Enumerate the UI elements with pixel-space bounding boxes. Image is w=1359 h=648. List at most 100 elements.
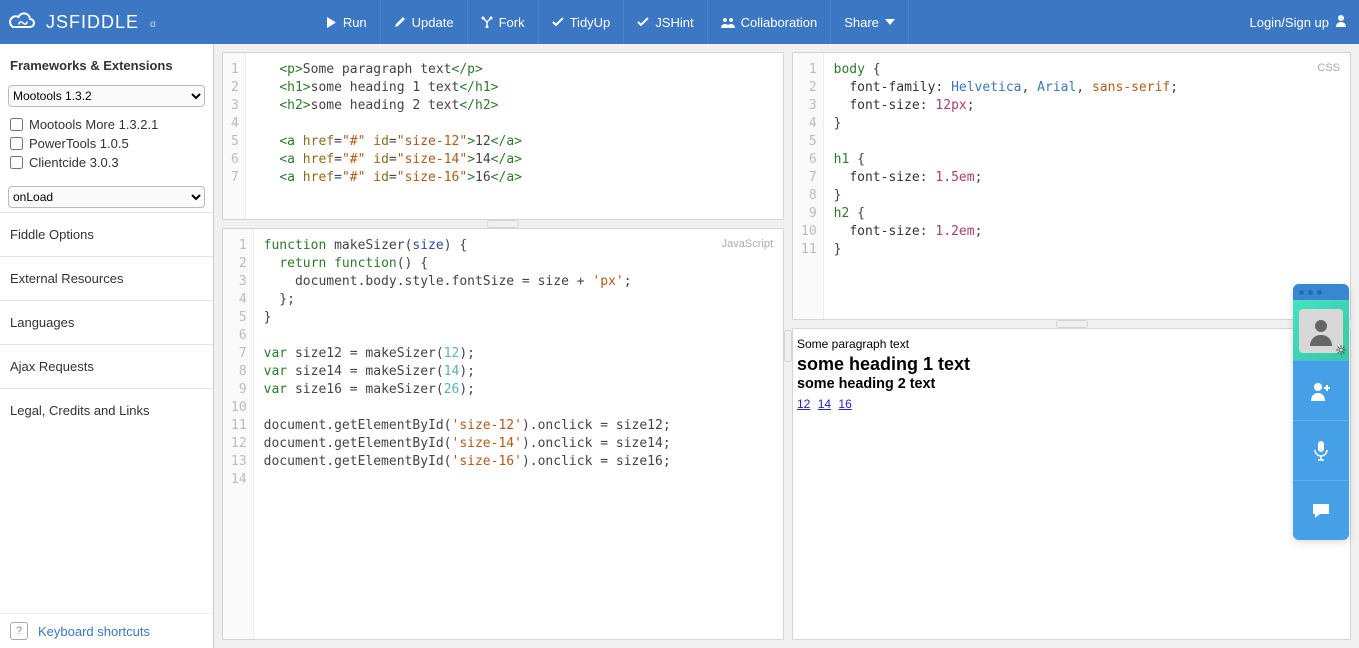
- check-icon: [637, 17, 649, 27]
- css-code[interactable]: body { font-family: Helvetica, Arial, sa…: [824, 53, 1188, 319]
- sidebar-link-ajax-requests[interactable]: Ajax Requests: [0, 344, 213, 388]
- tidyup-button[interactable]: TidyUp: [539, 0, 625, 44]
- fork-label: Fork: [499, 15, 525, 30]
- code-text: 'size-16': [452, 454, 522, 469]
- ext-label: Mootools More 1.3.2.1: [29, 117, 158, 132]
- result-link-12[interactable]: 12: [797, 397, 810, 411]
- code-text: 12px: [935, 98, 966, 113]
- frameworks-title: Frameworks & Extensions: [0, 44, 213, 81]
- keyboard-shortcuts-link[interactable]: Keyboard shortcuts: [38, 624, 150, 639]
- share-label: Share: [844, 15, 879, 30]
- run-button[interactable]: Run: [314, 0, 381, 44]
- code-text: size16: [616, 454, 663, 469]
- dock-titlebar[interactable]: [1293, 284, 1349, 300]
- code-text: Arial: [1037, 80, 1076, 95]
- code-text: size14: [616, 436, 663, 451]
- cloud-icon: [8, 11, 38, 33]
- brand-name: JSFIDDLE: [46, 12, 139, 33]
- horizontal-splitter-left[interactable]: [222, 220, 784, 228]
- js-pane[interactable]: JavaScript 1234567891011121314 function …: [222, 228, 784, 640]
- checkbox[interactable]: [10, 118, 23, 131]
- login-signup-button[interactable]: Login/Sign up: [1249, 14, 1347, 30]
- checkbox[interactable]: [10, 137, 23, 150]
- dock-add-user[interactable]: [1293, 360, 1349, 420]
- code-text: size12: [295, 346, 342, 361]
- share-button[interactable]: Share: [831, 0, 909, 44]
- code-text: 12: [444, 346, 460, 361]
- code-text: 14: [475, 152, 491, 167]
- update-button[interactable]: Update: [381, 0, 468, 44]
- caret-down-icon: [885, 19, 895, 25]
- fork-button[interactable]: Fork: [468, 0, 539, 44]
- sidebar-link-legal[interactable]: Legal, Credits and Links: [0, 388, 213, 432]
- code-text: 1.5em: [935, 170, 974, 185]
- result-pane[interactable]: Some paragraph text some heading 1 text …: [792, 328, 1351, 640]
- dock-chat[interactable]: [1293, 480, 1349, 540]
- collab-label: Collaboration: [741, 15, 818, 30]
- main: Frameworks & Extensions Mootools 1.3.2 M…: [0, 44, 1359, 648]
- jshint-button[interactable]: JSHint: [624, 0, 707, 44]
- dock-avatar[interactable]: [1293, 300, 1349, 360]
- result-body: Some paragraph text some heading 1 text …: [793, 329, 1350, 419]
- code-text: 16: [475, 170, 491, 185]
- update-label: Update: [412, 15, 454, 30]
- people-icon: [721, 17, 735, 28]
- vertical-splitter[interactable]: [784, 52, 792, 640]
- js-code[interactable]: function makeSizer(size) { return functi…: [254, 229, 681, 639]
- code-text: 12: [475, 134, 491, 149]
- sidebar-link-fiddle-options[interactable]: Fiddle Options: [0, 212, 213, 256]
- code-text: 26: [444, 382, 460, 397]
- code-text: size14: [295, 364, 342, 379]
- ext-check-mootools-more[interactable]: Mootools More 1.3.2.1: [10, 115, 203, 134]
- checkbox[interactable]: [10, 156, 23, 169]
- gutter: 1234567891011: [793, 53, 824, 319]
- framework-select[interactable]: Mootools 1.3.2: [8, 85, 205, 107]
- jshint-label: JSHint: [655, 15, 693, 30]
- fork-icon: [481, 16, 493, 28]
- gear-icon[interactable]: [1335, 344, 1347, 356]
- code-text: some heading 1 text: [311, 80, 460, 95]
- sidebar: Frameworks & Extensions Mootools 1.3.2 M…: [0, 44, 214, 648]
- horizontal-splitter-right[interactable]: [792, 320, 1351, 328]
- code-text: size-12: [405, 134, 460, 149]
- add-user-icon: [1310, 381, 1332, 401]
- code-text: size: [412, 238, 443, 253]
- logo[interactable]: JSFIDDLE α: [8, 11, 156, 33]
- result-h1: some heading 1 text: [797, 355, 1346, 373]
- sidebar-link-languages[interactable]: Languages: [0, 300, 213, 344]
- wrap-select[interactable]: onLoad: [8, 186, 205, 208]
- code-text: sans-serif: [1092, 80, 1170, 95]
- result-link-16[interactable]: 16: [838, 397, 851, 411]
- css-pane[interactable]: CSS 1234567891011 body { font-family: He…: [792, 52, 1351, 320]
- extensions-list: Mootools More 1.3.2.1 PowerTools 1.0.5 C…: [0, 111, 213, 182]
- result-h2: some heading 2 text: [797, 375, 1346, 393]
- code-text: size16: [295, 382, 342, 397]
- ext-check-clientcide[interactable]: Clientcide 3.0.3: [10, 153, 203, 172]
- html-code[interactable]: <p>Some paragraph text</p> <h1>some head…: [246, 53, 532, 219]
- code-text: size-16: [405, 170, 460, 185]
- mic-icon: [1313, 440, 1329, 462]
- run-label: Run: [343, 15, 367, 30]
- sidebar-link-external-resources[interactable]: External Resources: [0, 256, 213, 300]
- play-icon: [327, 17, 337, 28]
- gutter: 1234567891011121314: [223, 229, 254, 639]
- html-pane[interactable]: 1234567 <p>Some paragraph text</p> <h1>s…: [222, 52, 784, 220]
- topbar-buttons: Run Update Fork TidyUp JSHint Collaborat…: [314, 0, 909, 44]
- code-text: Helvetica: [951, 80, 1021, 95]
- sidebar-footer: ? Keyboard shortcuts: [0, 613, 213, 648]
- result-paragraph: Some paragraph text: [797, 335, 1346, 353]
- code-text: 'size-14': [452, 436, 522, 451]
- chat-icon: [1311, 502, 1331, 520]
- result-link-14[interactable]: 14: [818, 397, 831, 411]
- collaboration-button[interactable]: Collaboration: [708, 0, 832, 44]
- dock-mic[interactable]: [1293, 420, 1349, 480]
- code-text: size-14: [405, 152, 460, 167]
- ext-label: Clientcide 3.0.3: [29, 155, 119, 170]
- check-icon: [552, 17, 564, 27]
- code-text: 14: [444, 364, 460, 379]
- code-text: size12: [616, 418, 663, 433]
- gutter: 1234567: [223, 53, 246, 219]
- help-button[interactable]: ?: [10, 622, 28, 640]
- topbar: JSFIDDLE α Run Update Fork TidyUp JSHint…: [0, 0, 1359, 44]
- ext-check-powertools[interactable]: PowerTools 1.0.5: [10, 134, 203, 153]
